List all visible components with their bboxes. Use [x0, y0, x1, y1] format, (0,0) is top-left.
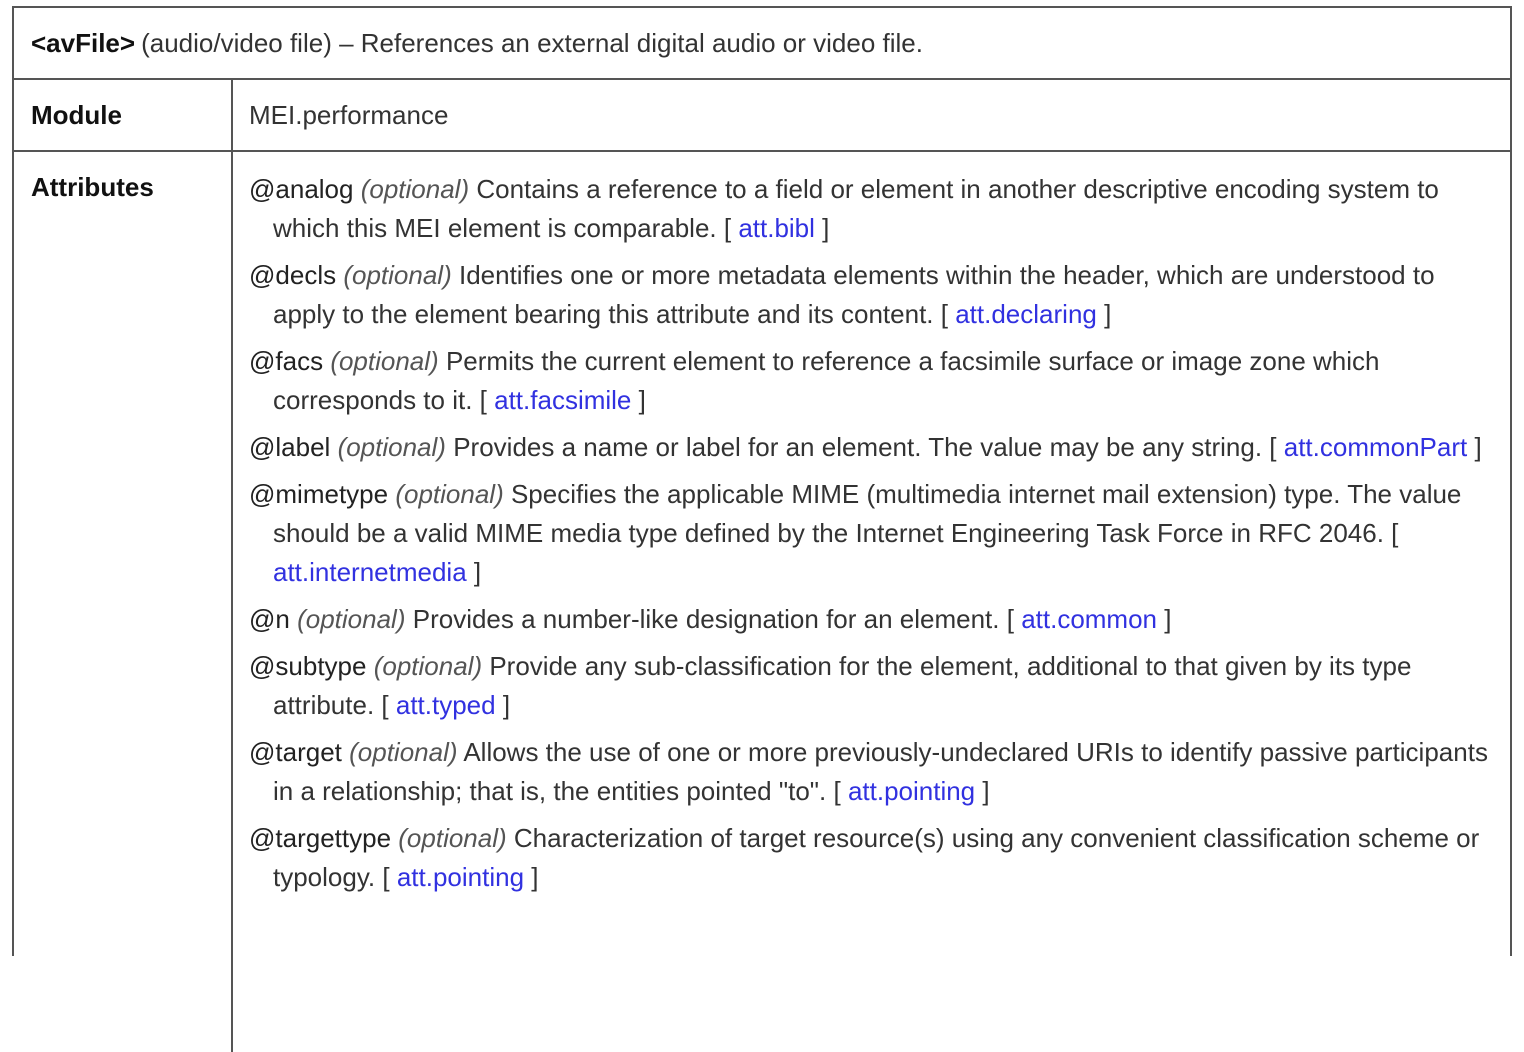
- attribute-optional: (optional): [337, 432, 446, 462]
- attribute-item: @facs (optional) Permits the current ele…: [249, 346, 1380, 415]
- attribute-class-link[interactable]: att.facsimile: [494, 385, 631, 415]
- attribute-name: @label: [249, 432, 331, 462]
- module-label: Module: [14, 80, 233, 150]
- attribute-item: @analog (optional) Contains a reference …: [249, 174, 1439, 243]
- element-gloss: (audio/video file) – References an exter…: [141, 27, 923, 58]
- attribute-item: @decls (optional) Identifies one or more…: [249, 260, 1435, 329]
- attributes-row: Attributes @analog (optional) Contains a…: [14, 152, 1510, 1052]
- attribute-name: @subtype: [249, 651, 367, 681]
- element-name: <avFile>: [31, 27, 136, 58]
- attribute-item: @n (optional) Provides a number-like des…: [249, 604, 1172, 634]
- attribute-optional: (optional): [360, 174, 470, 204]
- module-row: Module MEI.performance: [14, 80, 1510, 152]
- module-value: MEI.performance: [249, 99, 449, 130]
- attribute-optional: (optional): [395, 479, 504, 509]
- attribute-class-link[interactable]: att.commonPart: [1284, 432, 1468, 462]
- attribute-name: @facs: [249, 346, 324, 376]
- attribute-description: Provides a name or label for an element.…: [453, 432, 1263, 462]
- attribute-optional: (optional): [398, 823, 507, 853]
- attribute-item: @mimetype (optional) Specifies the appli…: [249, 479, 1462, 587]
- element-header-row: <avFile> (audio/video file) – References…: [14, 8, 1510, 80]
- attribute-name: @target: [249, 737, 342, 767]
- attribute-class-link[interactable]: att.pointing: [848, 776, 975, 806]
- attribute-class-link[interactable]: att.declaring: [955, 299, 1097, 329]
- attribute-optional: (optional): [297, 604, 406, 634]
- attribute-description: Provides a number-like designation for a…: [412, 604, 1000, 634]
- attribute-item: @target (optional) Allows the use of one…: [249, 737, 1488, 806]
- attribute-name: @analog: [249, 174, 354, 204]
- attribute-optional: (optional): [349, 737, 458, 767]
- attribute-item: @subtype (optional) Provide any sub-clas…: [249, 651, 1412, 720]
- attribute-class-link[interactable]: att.internetmedia: [273, 557, 467, 587]
- attribute-class-link[interactable]: att.pointing: [397, 862, 524, 892]
- attribute-optional: (optional): [330, 346, 439, 376]
- attribute-item: @label (optional) Provides a name or lab…: [249, 432, 1482, 462]
- attribute-name: @mimetype: [249, 479, 389, 509]
- attributes-list: @analog (optional) Contains a reference …: [233, 152, 1510, 1052]
- attribute-optional: (optional): [343, 260, 452, 290]
- attribute-description: Permits the current element to reference…: [273, 346, 1380, 415]
- attribute-name: @n: [249, 604, 290, 634]
- attributes-label: Attributes: [14, 152, 233, 1052]
- attribute-class-link[interactable]: att.typed: [396, 690, 496, 720]
- attribute-name: @targettype: [249, 823, 392, 853]
- attribute-name: @decls: [249, 260, 337, 290]
- attribute-optional: (optional): [373, 651, 483, 681]
- attribute-class-link[interactable]: att.common: [1021, 604, 1157, 634]
- attribute-item: @targettype (optional) Characterization …: [249, 823, 1480, 892]
- element-spec-table: <avFile> (audio/video file) – References…: [12, 6, 1512, 1052]
- attribute-class-link[interactable]: att.bibl: [738, 213, 815, 243]
